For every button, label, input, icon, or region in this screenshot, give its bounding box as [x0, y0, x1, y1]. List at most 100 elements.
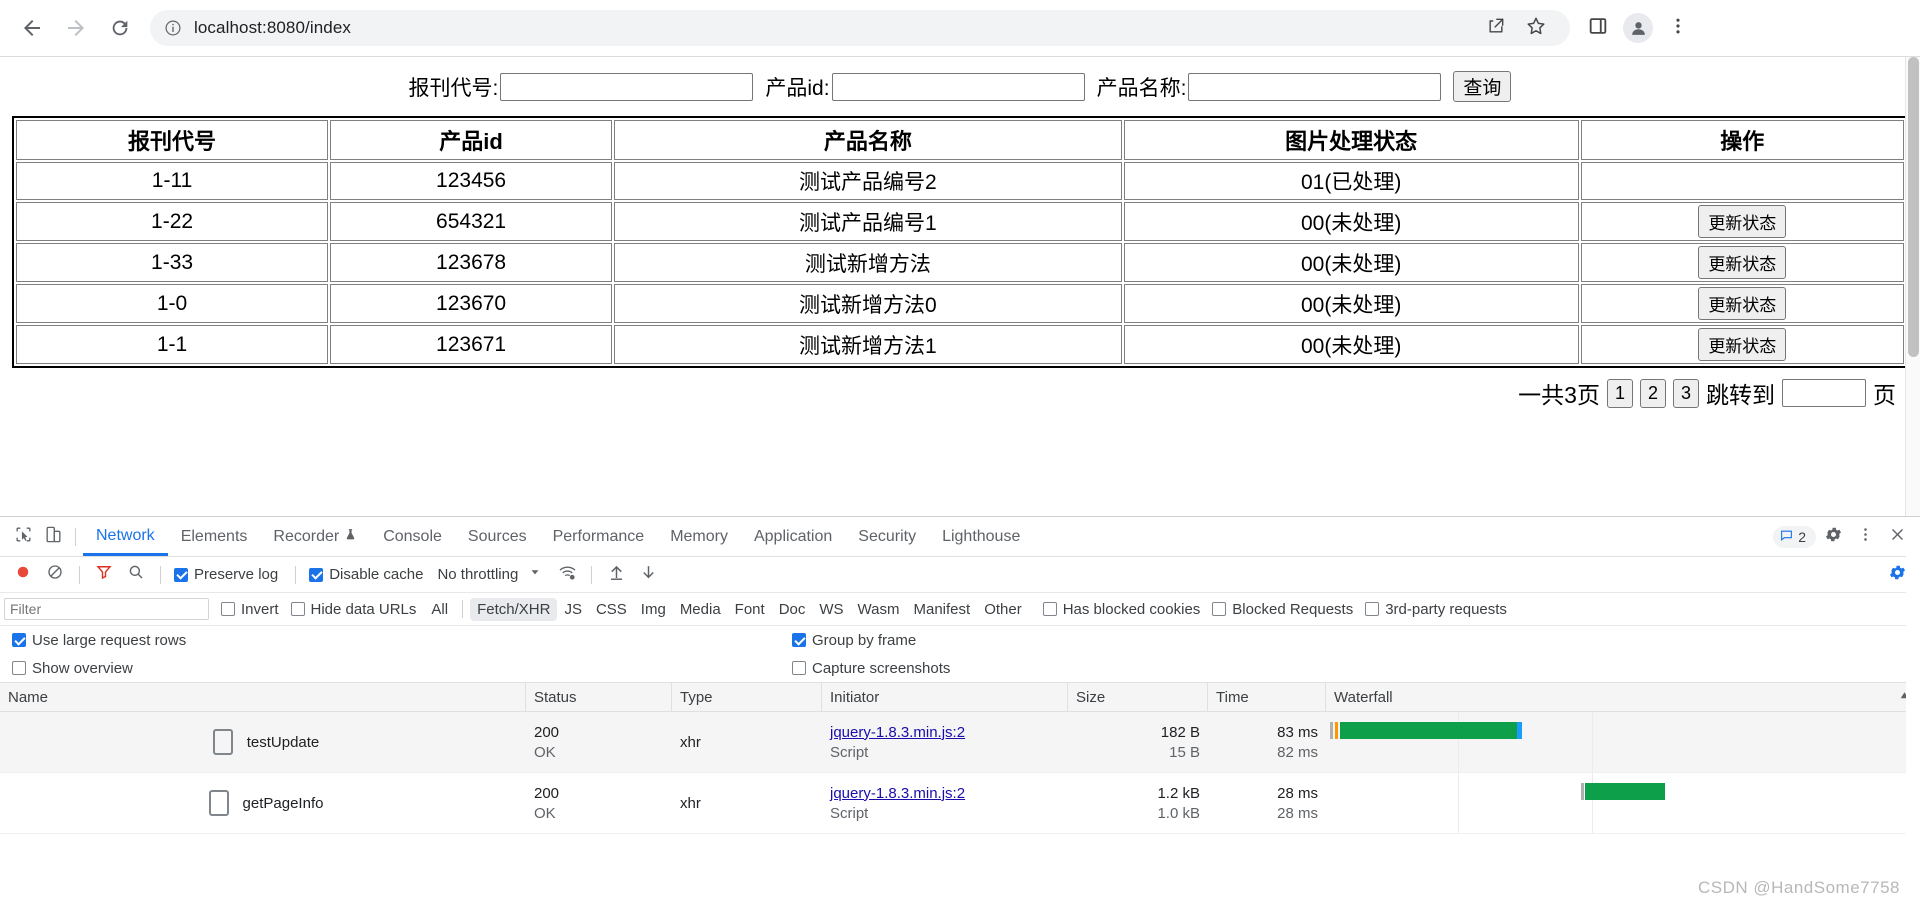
cell-product-id: 123456: [330, 162, 613, 200]
request-initiator-link[interactable]: jquery-1.8.3.min.js:2: [830, 724, 965, 741]
throttling-selector[interactable]: No throttling: [437, 566, 518, 583]
pagination-page-3[interactable]: 3: [1672, 378, 1699, 408]
filter-type-font[interactable]: Font: [728, 598, 772, 621]
tab-security[interactable]: Security: [845, 517, 929, 556]
column-header-status[interactable]: Status: [526, 683, 672, 711]
capture-screenshots-toggle[interactable]: Capture screenshots: [792, 660, 950, 677]
pagination-page-1[interactable]: 1: [1606, 378, 1633, 408]
disable-cache-toggle[interactable]: Disable cache: [309, 566, 423, 583]
import-har-button[interactable]: [601, 560, 631, 590]
third-party-requests-checkbox[interactable]: [1365, 602, 1380, 616]
site-info-icon[interactable]: [164, 19, 182, 37]
devtools-more-button[interactable]: [1850, 522, 1880, 552]
tab-performance[interactable]: Performance: [540, 517, 658, 556]
throttling-dropdown-button[interactable]: [520, 560, 550, 590]
filter-input[interactable]: [4, 598, 209, 620]
preserve-log-toggle[interactable]: Preserve log: [174, 566, 278, 583]
search-input-product-name[interactable]: [1188, 72, 1442, 101]
request-transfer-size: 15 B: [1169, 743, 1200, 761]
reload-button[interactable]: [100, 8, 140, 48]
profile-button[interactable]: [1618, 8, 1658, 48]
filter-type-js[interactable]: JS: [557, 598, 589, 621]
column-header-name[interactable]: Name: [0, 683, 526, 711]
page-scrollbar[interactable]: [1905, 57, 1920, 516]
blocked-requests-checkbox[interactable]: [1212, 602, 1227, 616]
filter-type-doc[interactable]: Doc: [772, 598, 813, 621]
pagination-page-2[interactable]: 2: [1639, 378, 1666, 408]
tab-lighthouse[interactable]: Lighthouse: [929, 517, 1033, 556]
record-button[interactable]: [8, 560, 38, 590]
tab-application[interactable]: Application: [741, 517, 845, 556]
pagination-jump-input[interactable]: [1782, 379, 1866, 407]
invert-checkbox[interactable]: [221, 602, 235, 616]
search-input-newspaper-code[interactable]: [500, 72, 754, 101]
hide-data-urls-checkbox[interactable]: [290, 602, 305, 616]
filter-type-manifest[interactable]: Manifest: [907, 598, 978, 621]
invert-toggle[interactable]: Invert: [221, 601, 279, 618]
clear-button[interactable]: [40, 560, 70, 590]
third-party-requests-toggle[interactable]: 3rd-party requests: [1365, 601, 1507, 618]
export-har-button[interactable]: [633, 560, 663, 590]
preserve-log-checkbox[interactable]: [174, 567, 188, 582]
back-button[interactable]: [12, 8, 52, 48]
forward-button[interactable]: [56, 8, 96, 48]
column-header-size[interactable]: Size: [1068, 683, 1208, 711]
request-row[interactable]: getPageInfo 200 OK xhr jquery-1.8.3.min.…: [0, 773, 1920, 834]
tab-elements[interactable]: Elements: [168, 517, 261, 556]
request-name-cell[interactable]: testUpdate: [0, 712, 526, 772]
tab-recorder[interactable]: Recorder: [260, 517, 370, 556]
search-input-product-id[interactable]: [831, 72, 1085, 101]
filter-button[interactable]: [89, 560, 119, 590]
has-blocked-cookies-toggle[interactable]: Has blocked cookies: [1042, 601, 1200, 618]
column-header-time[interactable]: Time: [1208, 683, 1326, 711]
tab-network[interactable]: Network: [83, 517, 168, 556]
column-header-initiator[interactable]: Initiator: [822, 683, 1068, 711]
has-blocked-cookies-checkbox[interactable]: [1042, 602, 1057, 616]
search-button[interactable]: [121, 560, 151, 590]
request-initiator-link[interactable]: jquery-1.8.3.min.js:2: [830, 785, 965, 802]
bookmark-button[interactable]: [1516, 8, 1556, 48]
blocked-requests-toggle[interactable]: Blocked Requests: [1212, 601, 1353, 618]
update-status-button[interactable]: 更新状态: [1698, 328, 1787, 361]
tab-sources[interactable]: Sources: [455, 517, 540, 556]
issues-badge[interactable]: 2: [1773, 525, 1816, 548]
filter-type-fetch-xhr[interactable]: Fetch/XHR: [470, 597, 558, 621]
tab-label: Security: [858, 528, 917, 545]
filter-type-ws[interactable]: WS: [812, 598, 850, 621]
devtools-scrollbar[interactable]: [1906, 517, 1920, 904]
page-scrollbar-thumb[interactable]: [1908, 57, 1919, 357]
browser-menu-button[interactable]: [1658, 8, 1698, 48]
share-button[interactable]: [1476, 8, 1516, 48]
filter-type-all[interactable]: All: [424, 598, 455, 621]
update-status-button[interactable]: 更新状态: [1698, 246, 1787, 279]
network-conditions-button[interactable]: [552, 560, 582, 590]
filter-type-wasm[interactable]: Wasm: [851, 598, 907, 621]
update-status-button[interactable]: 更新状态: [1698, 205, 1787, 238]
devtools-settings-button[interactable]: [1818, 522, 1848, 552]
filter-type-css[interactable]: CSS: [589, 598, 634, 621]
request-row[interactable]: testUpdate 200 OK xhr jquery-1.8.3.min.j…: [0, 712, 1920, 773]
toggle-device-toolbar-button[interactable]: [38, 522, 68, 552]
show-overview-checkbox[interactable]: [12, 661, 26, 675]
inspect-element-button[interactable]: [8, 522, 38, 552]
group-by-frame-toggle[interactable]: Group by frame: [792, 632, 916, 649]
use-large-request-rows-toggle[interactable]: Use large request rows: [12, 632, 780, 649]
side-panel-button[interactable]: [1578, 8, 1618, 48]
filter-type-other[interactable]: Other: [977, 598, 1029, 621]
disable-cache-checkbox[interactable]: [309, 567, 324, 582]
filter-type-media[interactable]: Media: [673, 598, 728, 621]
tab-memory[interactable]: Memory: [657, 517, 741, 556]
column-header-type[interactable]: Type: [672, 683, 822, 711]
filter-type-img[interactable]: Img: [634, 598, 673, 621]
address-bar[interactable]: localhost:8080/index: [150, 10, 1570, 46]
update-status-button[interactable]: 更新状态: [1698, 287, 1787, 320]
request-name-cell[interactable]: getPageInfo: [0, 773, 526, 833]
capture-screenshots-checkbox[interactable]: [792, 661, 806, 675]
group-by-frame-checkbox[interactable]: [792, 633, 806, 647]
query-button[interactable]: 查询: [1453, 71, 1512, 102]
use-large-request-rows-checkbox[interactable]: [12, 633, 26, 647]
hide-data-urls-toggle[interactable]: Hide data URLs: [290, 601, 416, 618]
tab-console[interactable]: Console: [370, 517, 455, 556]
column-header-waterfall[interactable]: Waterfall: [1326, 683, 1920, 711]
show-overview-toggle[interactable]: Show overview: [12, 660, 780, 677]
